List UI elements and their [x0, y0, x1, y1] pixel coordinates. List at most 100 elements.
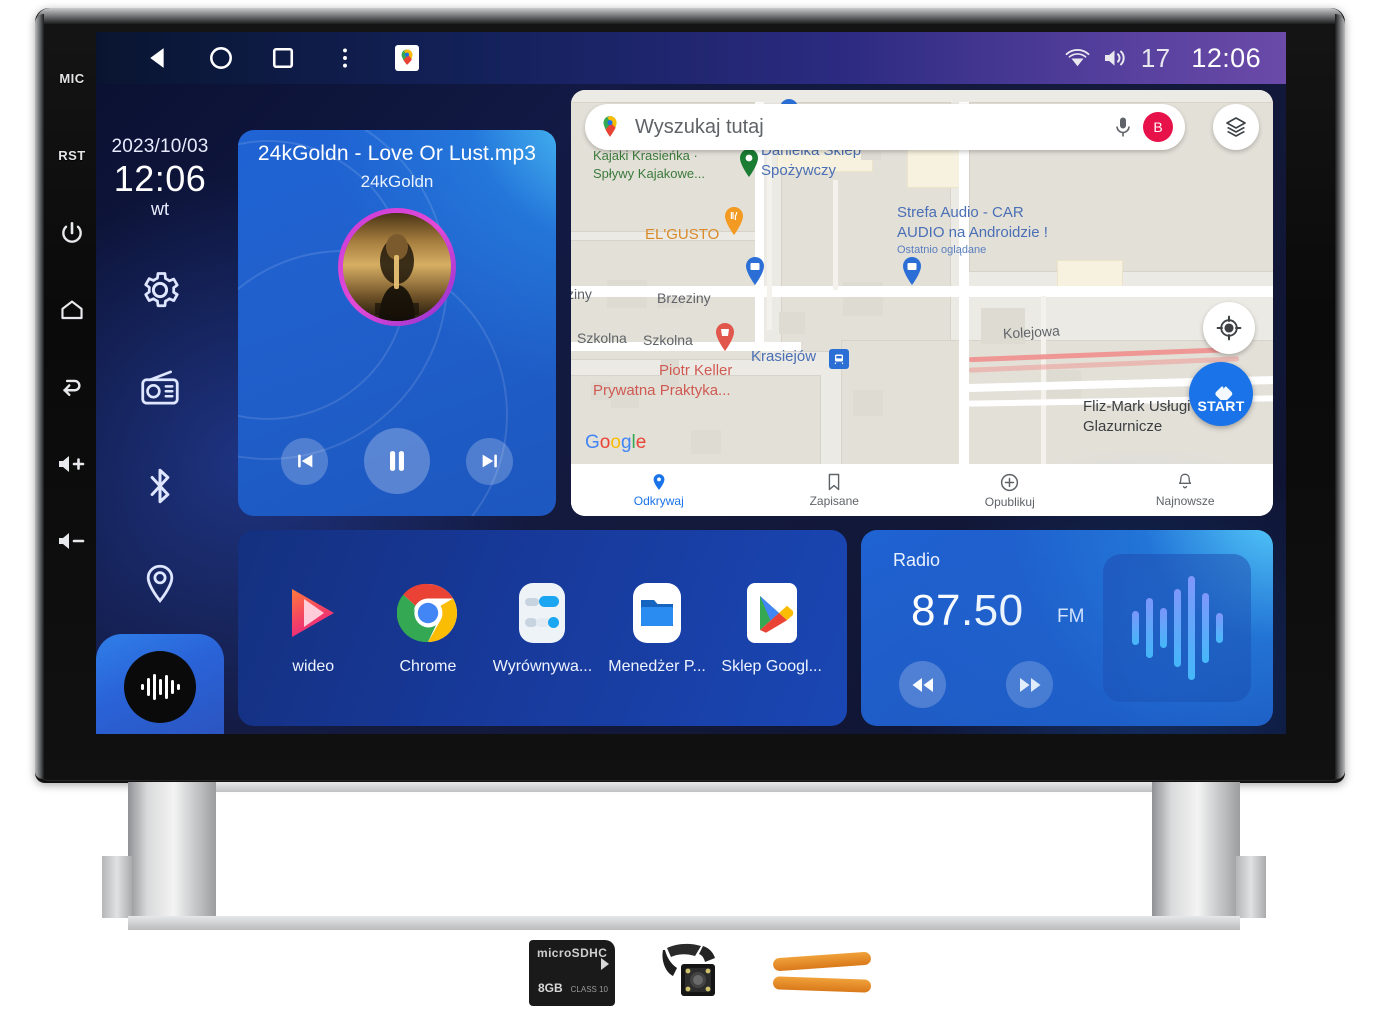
dock-item-navigation[interactable] [132, 556, 188, 612]
visualizer-bar [1215, 613, 1223, 643]
dock-item-radio[interactable] [132, 360, 188, 416]
map-nav-label: Zapisane [809, 494, 859, 508]
map-nav-saved[interactable]: Zapisane [747, 472, 923, 508]
app-wideo[interactable]: wideo [256, 580, 371, 676]
microphone-icon[interactable] [1113, 115, 1133, 139]
volume-icon [1104, 50, 1125, 66]
map-building [779, 312, 805, 334]
app-equalizer[interactable]: Wyrównywa... [485, 580, 600, 676]
hardkey-power[interactable] [48, 194, 96, 271]
volume-level: 17 [1140, 42, 1171, 73]
hardkey-home[interactable] [48, 271, 96, 348]
map-pin-kajaki[interactable] [738, 148, 760, 178]
navigation-arrow-icon [1215, 382, 1233, 400]
touchscreen[interactable]: 17 12:06 2023/10/03 12:06 wt 24kGoldn - … [96, 32, 1286, 734]
explore-pin-icon [653, 474, 665, 490]
start-navigation-button[interactable]: START [1189, 362, 1253, 426]
map-pin-strefa-audio[interactable] [901, 256, 923, 286]
status-maps-shortcut[interactable] [376, 32, 438, 84]
back-arrow-icon [63, 379, 81, 396]
bracket-left-leg [128, 782, 216, 930]
home-widgets: 24kGoldn - Love Or Lust.mp3 24kGoldn Kaj… [238, 90, 1273, 726]
microsd-capacity: 8GB [538, 981, 563, 995]
app-shortcuts-card[interactable]: wideo Chrome Wyrównywa... Menedżer P... … [238, 530, 847, 726]
radio-visualizer [1103, 554, 1251, 702]
map-label: EL'GUSTO [645, 226, 720, 243]
map-label: Prywatna Praktyka... [593, 382, 731, 399]
settings-gear-icon [144, 271, 179, 307]
hardkey-reset-label: RST [58, 148, 86, 163]
google-maps-card[interactable]: Kajaki Krasieńka · Spływy Kajakowe... Da… [571, 90, 1273, 516]
equalizer-glyph [519, 583, 566, 643]
audio-waveform-icon [141, 674, 180, 700]
hardkey-reset[interactable]: RST [48, 117, 96, 194]
my-location-button[interactable] [1203, 302, 1255, 354]
map-label: Ostatnio oglądane [897, 244, 987, 256]
bracket-right-leg [1152, 782, 1240, 930]
map-icon-krasiejow-rail[interactable] [829, 349, 849, 369]
hardkey-volume-down[interactable] [48, 502, 96, 579]
map-nav-contribute[interactable]: Opublikuj [922, 472, 1098, 509]
avatar[interactable]: B [1143, 112, 1173, 142]
pry-tool-upper [772, 951, 872, 972]
nav-home-button[interactable] [190, 32, 252, 84]
app-google-play[interactable]: Sklep Googl... [714, 580, 829, 676]
radio-frequency: 87.50 [911, 586, 1024, 635]
hardkey-volume-up[interactable] [48, 425, 96, 502]
map-layers-button[interactable] [1213, 104, 1259, 150]
microsd-brand: microSDHC [537, 946, 608, 960]
nav-overflow-button[interactable] [314, 32, 376, 84]
dock-date: 2023/10/03 [111, 136, 209, 157]
accessory-camera [659, 940, 729, 1006]
app-label: Menedżer P... [608, 658, 706, 675]
map-canvas[interactable]: Kajaki Krasieńka · Spływy Kajakowe... Da… [571, 90, 1273, 516]
map-search-bar[interactable]: Wyszukaj tutaj B [585, 104, 1185, 150]
recents-square-icon [272, 47, 294, 69]
radio-title: Radio [893, 550, 941, 570]
dock-item-settings[interactable] [132, 262, 188, 318]
visualizer-bar [1145, 598, 1153, 658]
bezel-top-trim [36, 8, 1344, 24]
location-pin-icon [146, 564, 174, 603]
app-file-manager[interactable]: Menedżer P... [600, 580, 715, 676]
radio-seek-up-button[interactable] [1006, 661, 1053, 708]
map-building [853, 390, 883, 416]
now-playing-button[interactable] [124, 651, 196, 723]
play-pause-button[interactable] [364, 428, 430, 494]
volume-up-icon [59, 455, 85, 472]
track-title: 24kGoldn - Love Or Lust.mp3 [257, 142, 537, 165]
hardkey-back[interactable] [48, 348, 96, 425]
radio-seek-down-button[interactable] [899, 661, 946, 708]
dock-now-playing[interactable] [96, 634, 224, 734]
navigation-bar [96, 32, 438, 84]
app-chrome[interactable]: Chrome [371, 580, 486, 676]
music-player-card[interactable]: 24kGoldn - Love Or Lust.mp3 24kGoldn [238, 130, 556, 516]
map-nav-label: Najnowsze [1155, 494, 1215, 508]
map-pin-shop[interactable] [744, 256, 766, 286]
map-building [691, 430, 721, 454]
nav-recents-button[interactable] [252, 32, 314, 84]
hardware-key-column: MIC RST [48, 40, 96, 580]
map-nav-updates[interactable]: Najnowsze [1098, 472, 1274, 508]
radio-card[interactable]: Radio 87.50 FM [861, 530, 1273, 726]
map-nav-explore[interactable]: Odkrywaj [571, 472, 747, 508]
visualizer-bar [1201, 593, 1209, 663]
radio-controls [899, 661, 1053, 708]
dock-item-bluetooth[interactable] [132, 458, 188, 514]
app-label: Chrome [399, 658, 457, 675]
previous-track-button[interactable] [281, 437, 328, 485]
nav-back-button[interactable] [128, 32, 190, 84]
hardkey-mic[interactable]: MIC [48, 40, 96, 117]
map-pin-restaurant[interactable] [723, 206, 745, 236]
google-play-glyph [746, 583, 797, 643]
app-label: Wyrównywa... [492, 658, 593, 675]
microsd-arrow-icon [601, 958, 609, 970]
overflow-menu-icon [343, 48, 347, 68]
bezel-left-trim [35, 14, 44, 779]
map-pin-piotr-keller[interactable] [714, 322, 736, 352]
google-play-icon [739, 580, 805, 646]
visualizer-bar [1159, 608, 1167, 648]
next-track-button[interactable] [466, 437, 513, 485]
volume-down-icon [59, 532, 85, 549]
map-road [833, 180, 838, 290]
